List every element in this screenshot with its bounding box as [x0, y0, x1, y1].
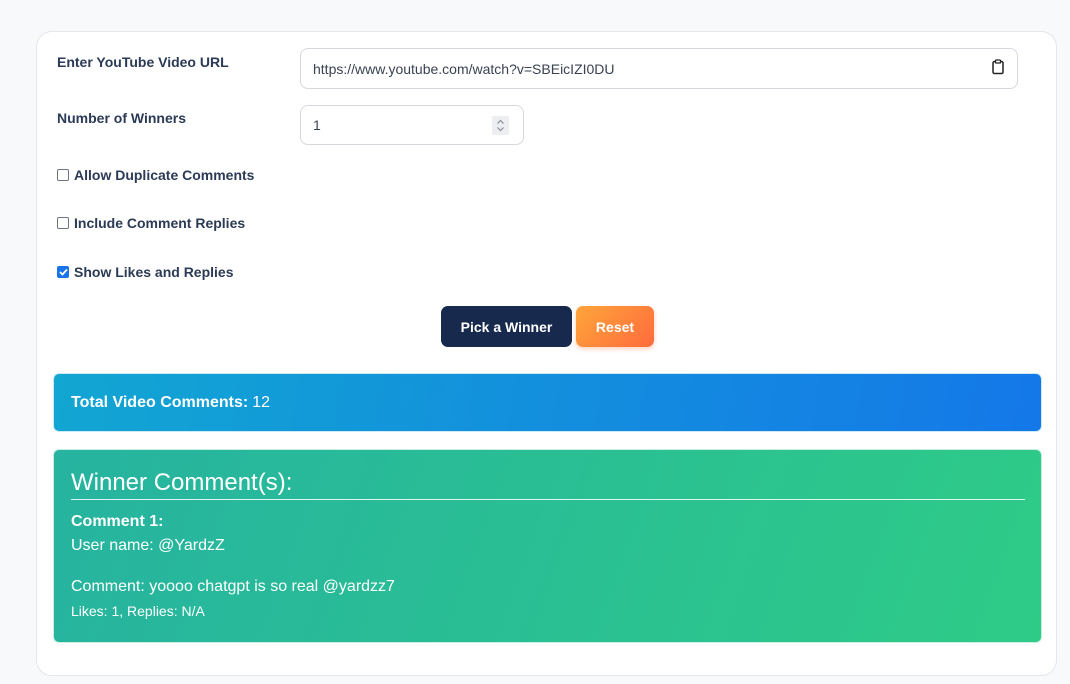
winner-comments-panel: Winner Comment(s): Comment 1: User name:…: [53, 449, 1042, 643]
winner-comments-title: Winner Comment(s):: [71, 468, 1025, 500]
clipboard-icon[interactable]: [991, 59, 1005, 78]
winners-number-value: 1: [313, 117, 321, 133]
url-input[interactable]: https://www.youtube.com/watch?v=SBEicIZI…: [300, 48, 1018, 89]
comment-heading: Comment 1:: [71, 513, 164, 530]
spinner-arrows-icon: [497, 119, 504, 132]
winners-label: Number of Winners: [57, 110, 186, 126]
include-replies-checkbox[interactable]: [57, 217, 69, 229]
option-allow-duplicates[interactable]: Allow Duplicate Comments: [57, 167, 254, 183]
url-input-value: https://www.youtube.com/watch?v=SBEicIZI…: [313, 60, 615, 77]
url-label: Enter YouTube Video URL: [57, 54, 229, 70]
total-comments-value: 12: [252, 393, 270, 411]
winner-comment-item: Comment 1: User name: @YardzZ Comment: y…: [71, 513, 1025, 619]
include-replies-label: Include Comment Replies: [74, 215, 246, 231]
option-include-replies[interactable]: Include Comment Replies: [57, 215, 245, 231]
winners-number-input[interactable]: 1: [300, 105, 524, 145]
allow-duplicates-checkbox[interactable]: [57, 169, 69, 181]
allow-duplicates-label: Allow Duplicate Comments: [74, 167, 255, 183]
total-comments-panel: Total Video Comments: 12: [53, 373, 1042, 432]
reset-button[interactable]: Reset: [576, 306, 654, 347]
comment-text: Comment: yoooo chatgpt is so real @yardz…: [71, 578, 395, 595]
comment-stats: Likes: 1, Replies: N/A: [71, 603, 205, 619]
number-spinner[interactable]: [492, 116, 509, 135]
total-comments-label: Total Video Comments:: [71, 393, 249, 411]
option-show-likes[interactable]: Show Likes and Replies: [57, 264, 234, 280]
show-likes-label: Show Likes and Replies: [74, 264, 234, 280]
show-likes-checkbox[interactable]: [57, 266, 69, 278]
comment-username: User name: @YardzZ: [71, 537, 225, 554]
pick-winner-button[interactable]: Pick a Winner: [441, 306, 572, 347]
checkmark-icon: [58, 268, 68, 276]
